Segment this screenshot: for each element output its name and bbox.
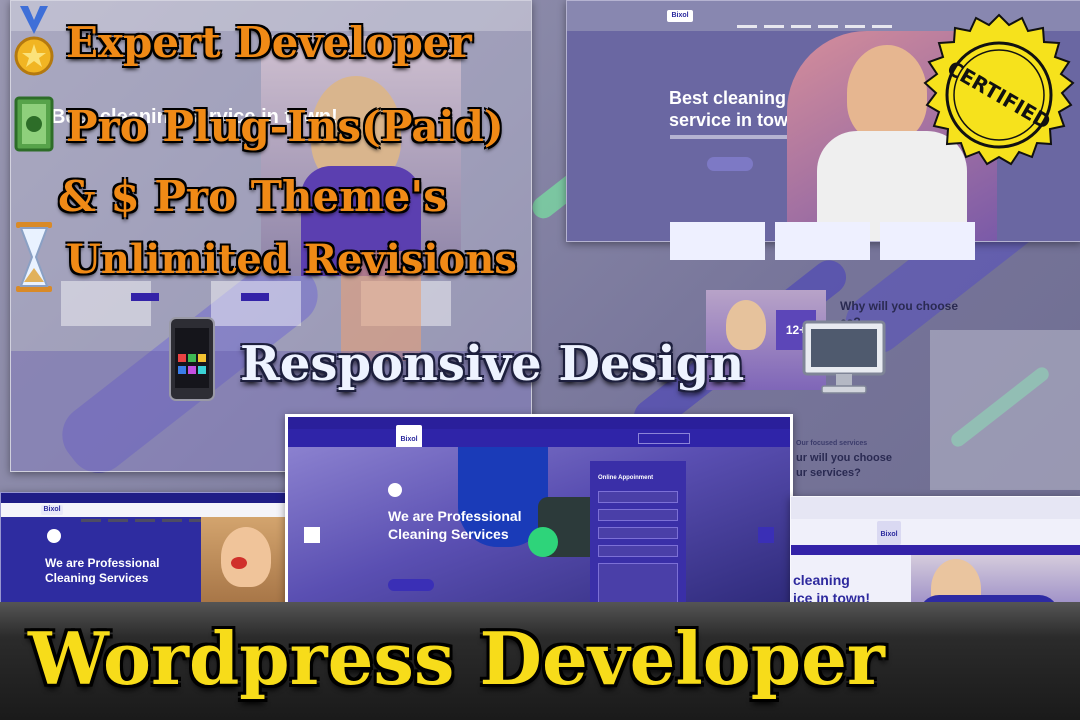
medal-icon [14,6,54,86]
phone-field[interactable] [598,509,678,521]
center-hero-text: We are Professional Cleaning Services [388,508,522,542]
mobile-phone-icon [168,316,216,402]
desktop-monitor-icon [800,320,888,396]
appointment-form: Online Appoinment [590,461,686,607]
mid-right-gallery [930,330,1080,490]
message-field[interactable] [598,563,678,605]
certified-seal: CERTIFIED [923,13,1075,166]
service-select[interactable] [598,545,678,557]
appointment-form-title: Online Appoinment [598,475,654,481]
headline-line-3: & $ Pro Theme's [58,172,447,221]
footer-title: Wordpress Developer [28,616,885,701]
center-site-mockup: Bixol We are Professional Cleaning Servi… [285,414,793,610]
left-hero-text: We are Professional Cleaning Services [45,556,160,585]
service-cards [670,222,975,262]
email-field[interactable] [598,527,678,539]
money-icon [14,96,54,152]
name-field[interactable] [598,491,678,503]
hourglass-icon [14,222,54,292]
lower-right-heading: Our focused services ur will you choose … [796,440,892,479]
responsive-design-title: Responsive Design [240,336,745,392]
headline-line-1: Expert Developer [66,18,472,67]
headline-line-4: Unlimited Revisions [66,236,517,283]
headline-line-2: Pro Plug-Ins(Paid) [66,102,504,151]
